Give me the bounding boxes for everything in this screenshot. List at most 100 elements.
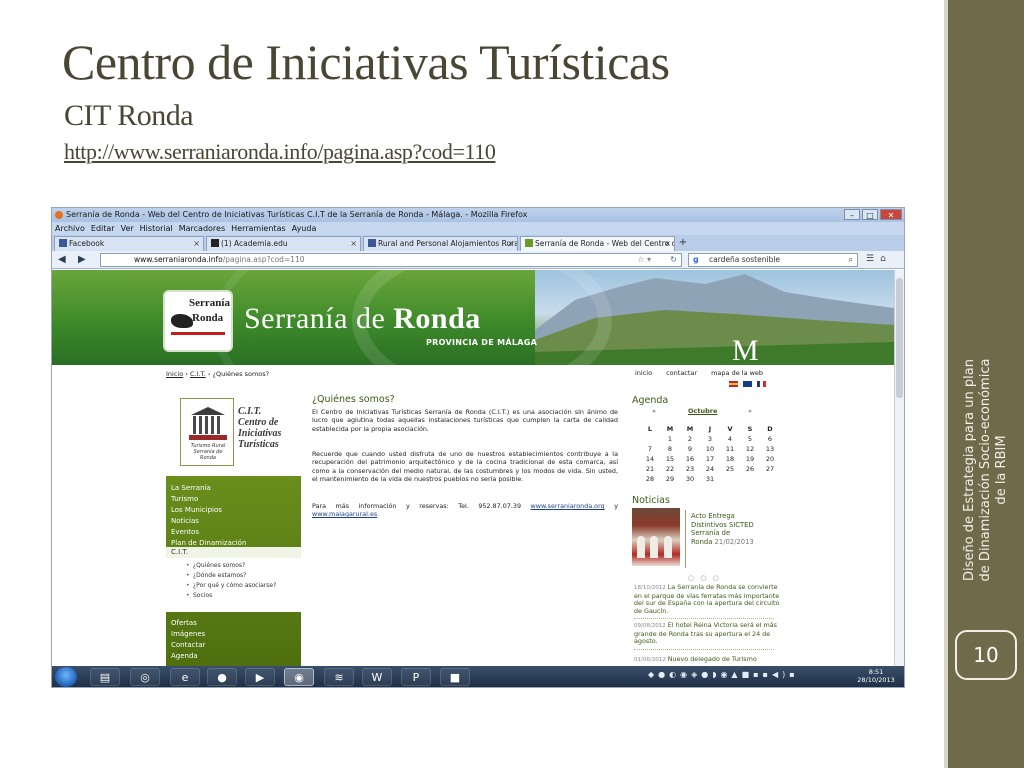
new-tab-icon[interactable]: + xyxy=(677,236,689,250)
menu-editar[interactable]: Editar xyxy=(91,222,115,235)
taskbar-clock[interactable]: 8:51 28/10/2013 xyxy=(852,668,900,684)
english-flag-icon[interactable] xyxy=(743,381,752,387)
sidebar-item-plan-dinamizacion[interactable]: Plan de Dinamización xyxy=(171,539,246,547)
menu-ver[interactable]: Ver xyxy=(121,222,134,235)
submenu-socios[interactable]: Socios xyxy=(186,592,212,599)
menu-archivo[interactable]: Archivo xyxy=(55,222,85,235)
file-explorer-icon[interactable]: ▤ xyxy=(90,668,120,686)
camera-app-icon[interactable]: ■ xyxy=(440,668,470,686)
calendar-day[interactable]: 10 xyxy=(700,444,720,454)
news-item[interactable]: 01/06/2012 Nuevo delegado de Turismo xyxy=(634,655,782,665)
breadcrumb-section[interactable]: C.I.T. xyxy=(190,370,206,378)
calendar-day[interactable]: 9 xyxy=(680,444,700,454)
nav-inicio[interactable]: inicio xyxy=(635,369,652,377)
media-player-icon[interactable]: ▶ xyxy=(245,668,275,686)
menu-ayuda[interactable]: Ayuda xyxy=(292,222,317,235)
menu-marcadores[interactable]: Marcadores xyxy=(179,222,225,235)
search-icon[interactable]: ⌕ xyxy=(849,254,853,266)
menu-herramientas[interactable]: Herramientas xyxy=(231,222,286,235)
submenu-asociarse[interactable]: ¿Por qué y cómo asociarse? xyxy=(186,582,276,589)
tab-rural-alojamientos[interactable]: Rural and Personal Alojamientos Rura... × xyxy=(363,236,518,251)
calendar-day[interactable]: 2 xyxy=(680,434,700,444)
calendar-day[interactable]: 16 xyxy=(680,454,700,464)
calendar-prev-icon[interactable]: « xyxy=(652,407,656,415)
link-serraniaronda[interactable]: www.serraniaronda.org xyxy=(531,502,605,510)
calendar-day[interactable]: 1 xyxy=(660,434,680,444)
sidebar-item-eventos[interactable]: Eventos xyxy=(171,528,199,536)
tab-close-icon[interactable]: × xyxy=(507,237,514,251)
nav-mapa-web[interactable]: mapa de la web xyxy=(711,369,763,377)
calendar-day[interactable]: 17 xyxy=(700,454,720,464)
breadcrumb-home[interactable]: Inicio xyxy=(166,370,183,378)
sidebar-item-ofertas[interactable]: Ofertas xyxy=(171,619,197,627)
slide-url-link[interactable]: http://www.serraniaronda.info/pagina.asp… xyxy=(64,138,496,166)
calendar-day[interactable]: 22 xyxy=(660,464,680,474)
calendar-day[interactable]: 3 xyxy=(700,434,720,444)
calendar-day[interactable]: 11 xyxy=(720,444,740,454)
calendar-day[interactable]: 31 xyxy=(700,474,720,484)
calendar-day[interactable]: 25 xyxy=(720,464,740,474)
close-icon[interactable]: ✕ xyxy=(880,209,902,220)
calendar-day[interactable]: 19 xyxy=(740,454,760,464)
calendar-day[interactable]: 29 xyxy=(660,474,680,484)
calendar-day[interactable]: 23 xyxy=(680,464,700,474)
submenu-quienes-somos[interactable]: ¿Quiénes somos? xyxy=(186,562,245,569)
tab-serrania-ronda[interactable]: Serranía de Ronda - Web del Centro d... × xyxy=(520,236,675,251)
calendar-day[interactable]: 18 xyxy=(720,454,740,464)
submenu-donde-estamos[interactable]: ¿Dónde estamos? xyxy=(186,572,246,579)
calendar-next-icon[interactable]: » xyxy=(748,407,752,415)
back-arrow-icon[interactable]: ◀ xyxy=(58,254,66,266)
spanish-flag-icon[interactable] xyxy=(729,381,738,387)
tab-close-icon[interactable]: × xyxy=(350,237,357,251)
sidebar-item-turismo[interactable]: Turismo xyxy=(171,495,198,503)
news-item[interactable]: 18/10/2012 La Serranía de Ronda se convi… xyxy=(634,583,782,620)
word-icon[interactable]: W xyxy=(362,668,392,686)
sidebar-item-cit[interactable]: C.I.T. xyxy=(166,547,301,558)
tab-close-icon[interactable]: × xyxy=(664,237,671,251)
nav-contactar[interactable]: contactar xyxy=(666,369,697,377)
french-flag-icon[interactable] xyxy=(757,381,766,387)
news-item[interactable]: 09/08/2012 El hotel Reina Victoria será … xyxy=(634,621,782,650)
sidebar-item-contactar[interactable]: Contactar xyxy=(171,641,205,649)
calendar-day[interactable]: 7 xyxy=(640,444,660,454)
start-button[interactable] xyxy=(55,667,77,687)
powerpoint-icon[interactable]: P xyxy=(401,668,431,686)
calendar-day[interactable]: 21 xyxy=(640,464,660,474)
toolbar-icons[interactable]: ☰⌂ xyxy=(866,254,892,264)
menu-historial[interactable]: Historial xyxy=(140,222,173,235)
minimize-icon[interactable]: – xyxy=(844,209,860,220)
calendar-day[interactable]: 24 xyxy=(700,464,720,474)
forward-arrow-icon[interactable]: ▶ xyxy=(78,254,86,266)
tab-academia[interactable]: (1) Academia.edu × xyxy=(206,236,361,251)
calendar-day[interactable]: 13 xyxy=(760,444,780,454)
calendar-month[interactable]: Octubre xyxy=(688,407,717,415)
carousel-dots[interactable]: ○ ○ ○ xyxy=(688,574,721,582)
sidebar-item-agenda[interactable]: Agenda xyxy=(171,652,198,660)
calendar-day[interactable]: 15 xyxy=(660,454,680,464)
firefox-taskbar-icon[interactable]: ◉ xyxy=(284,668,314,686)
serrania-logo[interactable]: Serranía Ronda xyxy=(165,292,231,350)
calendar-day[interactable]: 6 xyxy=(760,434,780,444)
system-tray-icons[interactable]: ◆●◐◉◈●◗◉▲■▪▪◀)▪ xyxy=(648,670,799,679)
tab-close-icon[interactable]: × xyxy=(193,237,200,251)
calendar-day[interactable]: 5 xyxy=(740,434,760,444)
calendar-day[interactable]: 14 xyxy=(640,454,660,464)
calendar-day[interactable]: 30 xyxy=(680,474,700,484)
featured-news[interactable]: Acto Entrega Distintivos SICTED Serranía… xyxy=(691,512,754,546)
maximize-icon[interactable]: □ xyxy=(862,209,878,220)
search-box[interactable]: g cardeña sostenible ⌕ xyxy=(688,253,858,267)
spotify-icon[interactable]: ≋ xyxy=(324,668,354,686)
calendar-day[interactable]: 20 xyxy=(760,454,780,464)
calendar-day[interactable]: 26 xyxy=(740,464,760,474)
sidebar-item-imagenes[interactable]: Imágenes xyxy=(171,630,205,638)
reload-icon[interactable]: ↻ xyxy=(670,254,677,266)
chrome-like-icon[interactable]: ◎ xyxy=(130,668,160,686)
calendar-day[interactable]: 4 xyxy=(720,434,740,444)
sidebar-item-noticias[interactable]: Noticias xyxy=(171,517,199,525)
chrome-icon[interactable]: ● xyxy=(207,668,237,686)
bookmark-star-icon[interactable]: ☆ ▾ xyxy=(637,254,651,266)
calendar-day[interactable]: 12 xyxy=(740,444,760,454)
internet-explorer-icon[interactable]: e xyxy=(170,668,200,686)
calendar-day[interactable]: 27 xyxy=(760,464,780,474)
address-bar[interactable]: www.serraniaronda.info/pagina.asp?cod=11… xyxy=(100,253,682,267)
